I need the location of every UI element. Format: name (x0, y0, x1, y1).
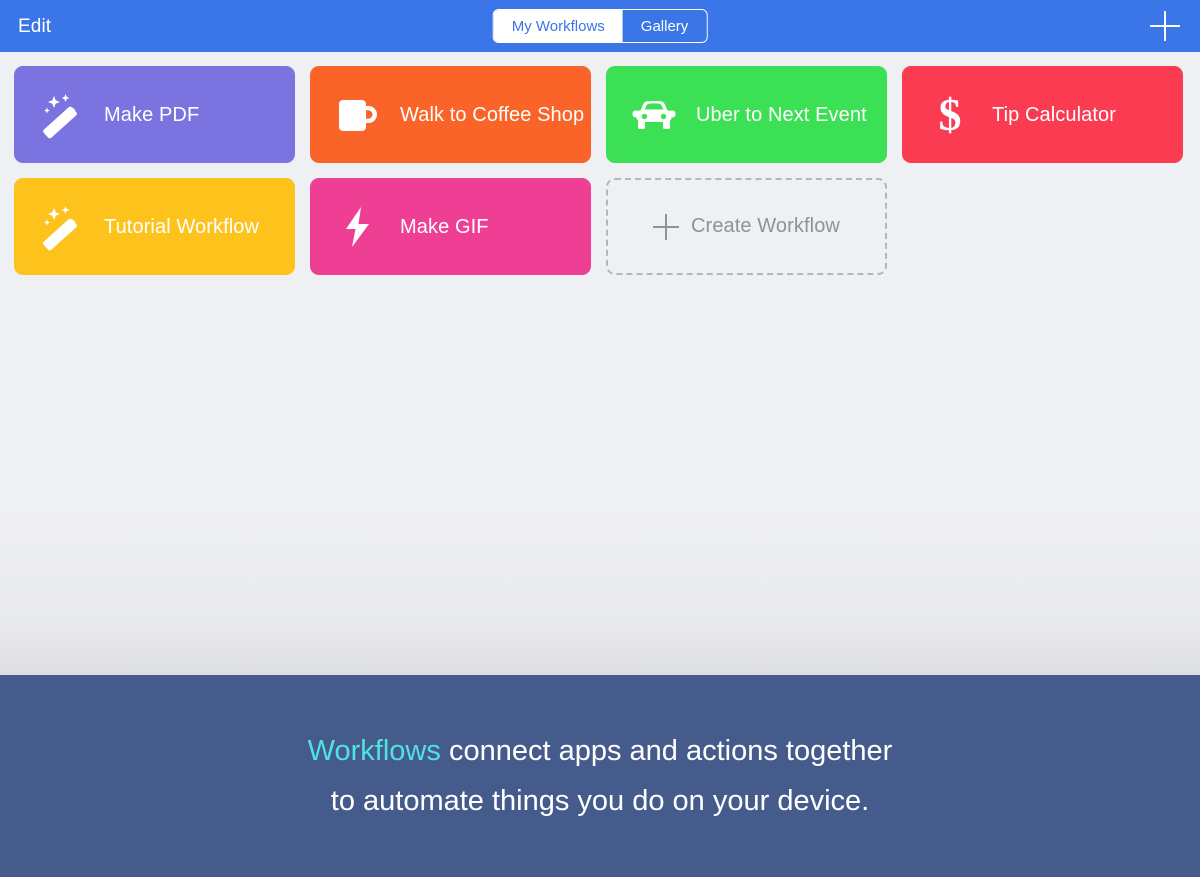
lightning-bolt-icon (332, 201, 384, 253)
plus-icon[interactable] (1148, 9, 1182, 43)
workflow-tile-label: Tip Calculator (992, 103, 1117, 126)
magic-wand-icon (36, 201, 88, 253)
workflow-tile-label: Uber to Next Event (696, 103, 867, 126)
dollar-sign-icon: $ (924, 89, 976, 141)
workflow-tile[interactable]: Uber to Next Event (606, 66, 887, 163)
workflow-tile[interactable]: $ Tip Calculator (902, 66, 1183, 163)
plus-icon (653, 213, 680, 240)
workflow-tile-label: Tutorial Workflow (104, 215, 260, 238)
info-banner: Workflows connect apps and actions toget… (0, 675, 1200, 877)
car-icon (628, 89, 680, 141)
workflow-tile[interactable]: Make PDF (14, 66, 295, 163)
workflow-tile-label: Walk to Coffee Shop (400, 103, 585, 126)
workflow-tile[interactable]: Make GIF (310, 178, 591, 275)
workflow-tile[interactable]: Tutorial Workflow (14, 178, 295, 275)
workflow-tile-label: Make GIF (400, 215, 489, 238)
magic-wand-icon (36, 89, 88, 141)
banner-line-1-rest: connect apps and actions together (440, 735, 893, 767)
workflow-grid: Make PDF Walk to Coffee Shop Uber to Nex… (14, 66, 1200, 275)
tab-my-workflows[interactable]: My Workflows (493, 10, 623, 42)
svg-text:$: $ (939, 90, 962, 140)
create-workflow-button[interactable]: Create Workflow (606, 178, 887, 275)
banner-line-2: to automate things you do on your device… (330, 785, 870, 817)
top-navigation-bar: Edit My Workflows Gallery (0, 0, 1200, 52)
workflow-content-area: Make PDF Walk to Coffee Shop Uber to Nex… (0, 52, 1200, 675)
create-workflow-label: Create Workflow (691, 215, 840, 237)
workflow-tile-label: Make PDF (104, 103, 200, 126)
tab-gallery[interactable]: Gallery (622, 10, 707, 42)
coffee-mug-icon (332, 89, 384, 141)
banner-accent-word: Workflows (307, 735, 441, 767)
banner-line-1: Workflows connect apps and actions toget… (308, 726, 893, 776)
view-segmented-control[interactable]: My Workflows Gallery (492, 9, 708, 43)
edit-button[interactable]: Edit (18, 17, 51, 36)
workflow-tile[interactable]: Walk to Coffee Shop (310, 66, 591, 163)
